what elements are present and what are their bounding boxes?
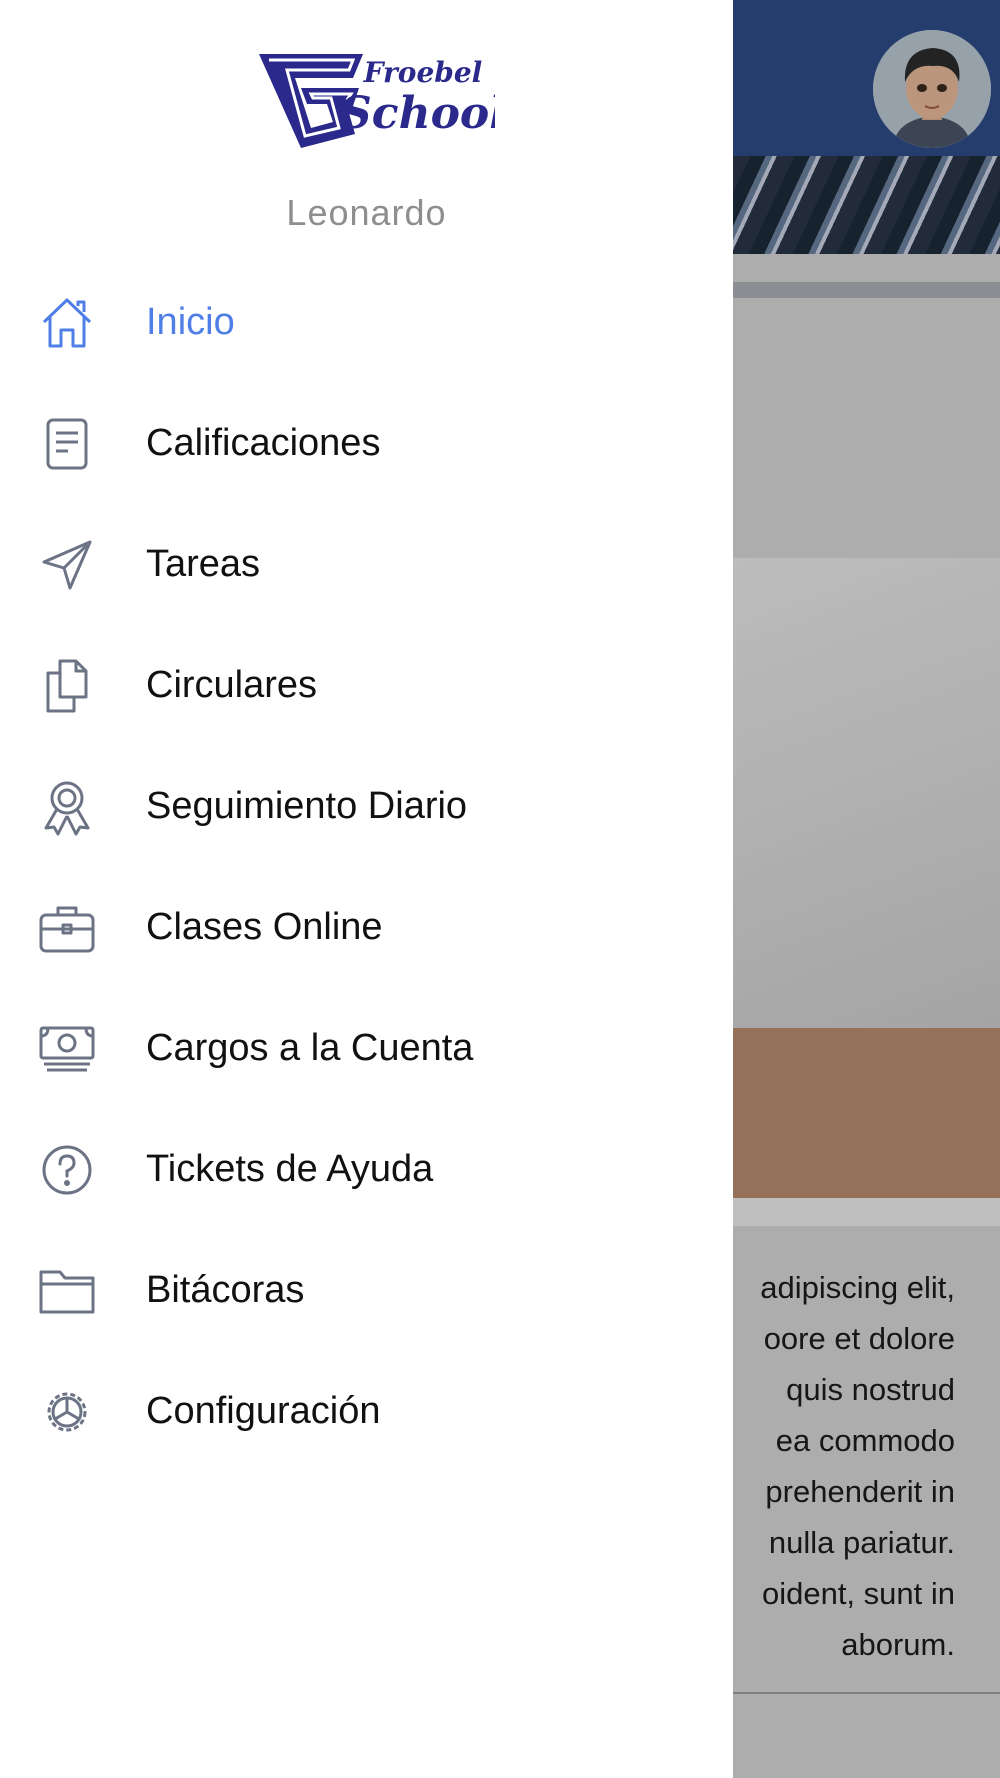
menu-item-tickets-de-ayuda[interactable]: Tickets de Ayuda [0,1109,733,1230]
paper-plane-icon [42,540,92,590]
menu-label-bitacoras: Bitácoras [146,1269,305,1311]
svg-text:Froebel: Froebel [363,56,483,89]
menu-label-seguimiento-diario: Seguimiento Diario [146,785,468,827]
help-circle-icon [42,1145,92,1195]
folder-icon [39,1270,95,1314]
menu-item-calificaciones[interactable]: Calificaciones [0,383,733,504]
navigation-drawer: Froebel School Leonardo Inicio Calificac… [0,0,733,1778]
drawer-menu: Inicio Calificaciones Tareas Circulares … [0,262,733,1472]
document-icon [46,418,88,470]
money-icon [39,1026,95,1072]
menu-label-calificaciones: Calificaciones [146,422,381,464]
menu-item-inicio[interactable]: Inicio [0,262,733,383]
briefcase-icon [39,906,95,953]
menu-label-tareas: Tareas [146,543,261,585]
menu-item-cargos-a-la-cuenta[interactable]: Cargos a la Cuenta [0,988,733,1109]
files-icon [46,659,88,713]
menu-label-cargos-a-la-cuenta: Cargos a la Cuenta [146,1027,474,1069]
menu-label-configuracion: Configuración [146,1390,381,1432]
user-name: Leonardo [286,192,447,233]
menu-item-tareas[interactable]: Tareas [0,504,733,625]
menu-label-clases-online: Clases Online [146,906,383,948]
award-icon [44,781,90,836]
svg-text:School: School [340,88,495,139]
menu-label-tickets-de-ayuda: Tickets de Ayuda [146,1148,434,1190]
home-icon [42,298,92,348]
menu-item-seguimiento-diario[interactable]: Seguimiento Diario [0,746,733,867]
menu-item-clases-online[interactable]: Clases Online [0,867,733,988]
settings-icon [47,1392,87,1432]
menu-label-inicio: Inicio [146,301,235,343]
menu-label-circulares: Circulares [146,664,318,706]
menu-item-configuracion[interactable]: Configuración [0,1351,733,1472]
menu-item-circulares[interactable]: Circulares [0,625,733,746]
school-logo: Froebel School [259,54,495,148]
menu-item-bitacoras[interactable]: Bitácoras [0,1230,733,1351]
